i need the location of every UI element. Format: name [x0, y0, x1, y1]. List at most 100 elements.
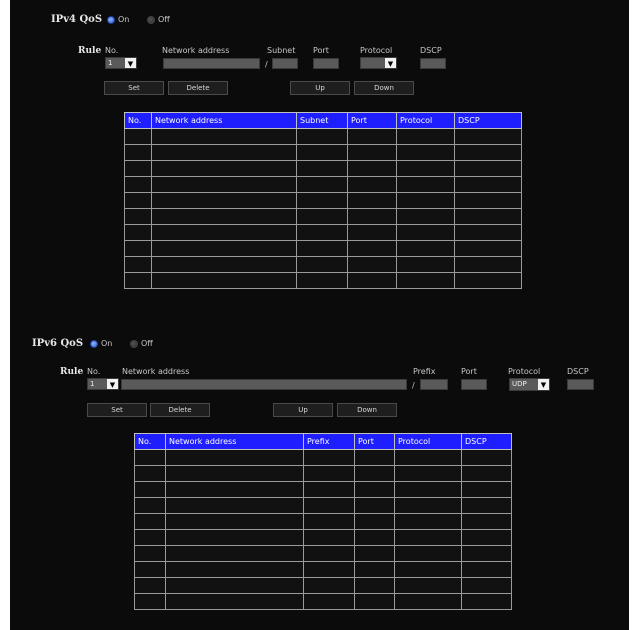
table-row[interactable]	[124, 176, 522, 193]
ipv6-port-input[interactable]	[461, 379, 487, 390]
table-cell	[296, 256, 348, 273]
column-header: Prefix	[303, 433, 355, 450]
table-row[interactable]	[134, 577, 512, 594]
table-cell	[347, 144, 397, 161]
table-row[interactable]	[134, 529, 512, 546]
ipv6-set-button[interactable]: Set	[87, 403, 147, 417]
table-row[interactable]	[124, 240, 522, 257]
ipv4-qos-off-radio[interactable]	[147, 16, 155, 24]
ipv4-subnet-input[interactable]	[272, 58, 298, 69]
column-header: Network address	[151, 112, 297, 129]
table-cell	[394, 545, 462, 562]
ipv6-qos-off-radio[interactable]	[130, 340, 138, 348]
ipv6-qos-on-label: On	[101, 339, 113, 348]
table-cell	[354, 449, 395, 466]
table-cell	[124, 176, 152, 193]
ipv4-port-input[interactable]	[313, 58, 339, 69]
table-cell	[134, 593, 166, 610]
table-row[interactable]	[134, 497, 512, 514]
ipv4-protocol-select[interactable]: ▼	[360, 57, 397, 69]
table-cell	[303, 545, 355, 562]
table-cell	[124, 224, 152, 241]
table-cell	[303, 593, 355, 610]
ipv6-prefix-slash: /	[412, 381, 415, 390]
table-cell	[354, 561, 395, 578]
ipv6-network-address-input[interactable]	[121, 379, 407, 390]
ipv4-rule-number-value: 1	[108, 59, 113, 67]
table-cell	[396, 144, 455, 161]
ipv4-dscp-input[interactable]	[420, 58, 446, 69]
column-header: Network address	[165, 433, 304, 450]
ipv4-set-button[interactable]: Set	[104, 81, 164, 95]
table-cell	[354, 465, 395, 482]
table-cell	[454, 128, 522, 145]
ipv6-prefix-input[interactable]	[420, 379, 448, 390]
ipv6-network-address-label: Network address	[122, 367, 190, 376]
table-cell	[303, 561, 355, 578]
table-row[interactable]	[134, 561, 512, 578]
table-cell	[454, 176, 522, 193]
table-row[interactable]	[134, 593, 512, 610]
table-row[interactable]	[134, 465, 512, 482]
table-cell	[151, 272, 297, 289]
table-row[interactable]	[124, 144, 522, 161]
table-cell	[303, 481, 355, 498]
ipv6-protocol-select[interactable]: UDP ▼	[509, 378, 550, 391]
table-cell	[165, 545, 304, 562]
table-cell	[354, 577, 395, 594]
table-cell	[134, 513, 166, 530]
table-row[interactable]	[124, 128, 522, 145]
table-row[interactable]	[134, 513, 512, 530]
table-row[interactable]	[134, 545, 512, 562]
ipv4-network-address-input[interactable]	[163, 58, 260, 69]
ipv6-delete-button[interactable]: Delete	[150, 403, 210, 417]
table-row[interactable]	[124, 224, 522, 241]
table-cell	[461, 513, 512, 530]
ipv6-down-button[interactable]: Down	[337, 403, 397, 417]
table-cell	[296, 176, 348, 193]
table-cell	[454, 240, 522, 257]
chevron-down-icon: ▼	[385, 58, 396, 68]
ipv6-up-button[interactable]: Up	[273, 403, 333, 417]
table-row[interactable]	[124, 192, 522, 209]
table-row[interactable]	[124, 272, 522, 289]
table-cell	[396, 256, 455, 273]
column-header: Subnet	[296, 112, 348, 129]
table-cell	[303, 513, 355, 530]
table-cell	[396, 128, 455, 145]
table-row[interactable]	[134, 481, 512, 498]
table-cell	[396, 176, 455, 193]
table-cell	[354, 593, 395, 610]
ipv6-rule-number-select[interactable]: 1 ▼	[87, 378, 119, 390]
table-cell	[151, 128, 297, 145]
table-cell	[461, 593, 512, 610]
ipv4-down-button[interactable]: Down	[354, 81, 414, 95]
ipv4-qos-on-radio[interactable]	[107, 16, 115, 24]
ipv6-dscp-input[interactable]	[567, 379, 594, 390]
table-cell	[354, 545, 395, 562]
table-header-row: No. Network address Subnet Port Protocol DSCP	[124, 112, 522, 129]
table-row[interactable]	[124, 160, 522, 177]
table-cell	[454, 192, 522, 209]
table-cell	[165, 529, 304, 546]
ipv4-up-button[interactable]: Up	[290, 81, 350, 95]
table-cell	[396, 192, 455, 209]
ipv4-qos-on-label: On	[118, 15, 130, 24]
ipv6-port-label: Port	[461, 367, 477, 376]
ipv6-rules-table: No. Network address Prefix Port Protocol DSCP	[134, 433, 512, 610]
table-cell	[354, 513, 395, 530]
table-cell	[396, 224, 455, 241]
table-row[interactable]	[124, 256, 522, 273]
table-row[interactable]	[134, 449, 512, 466]
ipv4-subnet-label: Subnet	[267, 46, 296, 55]
ipv4-delete-button[interactable]: Delete	[168, 81, 228, 95]
table-cell	[124, 240, 152, 257]
table-cell	[347, 240, 397, 257]
table-cell	[354, 529, 395, 546]
table-row[interactable]	[124, 208, 522, 225]
ipv4-qos-title: IPv4 QoS	[51, 14, 103, 25]
table-cell	[347, 160, 397, 177]
ipv4-rule-number-select[interactable]: 1 ▼	[105, 57, 137, 69]
table-cell	[347, 272, 397, 289]
ipv6-qos-on-radio[interactable]	[90, 340, 98, 348]
